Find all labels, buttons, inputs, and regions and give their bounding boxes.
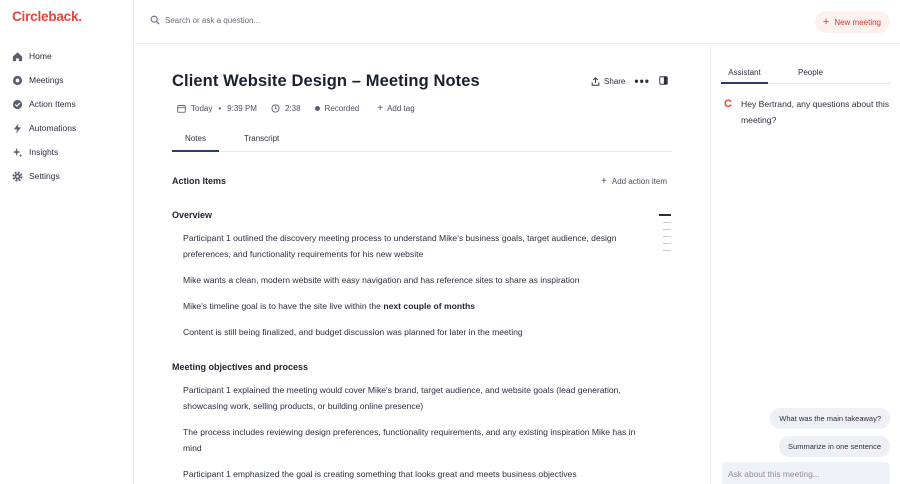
assistant-tabs: Assistant People: [721, 64, 891, 84]
recorded-status: Recorded: [314, 104, 360, 113]
assistant-panel: Assistant People C Hey Bertrand, any que…: [710, 44, 900, 484]
add-tag-button[interactable]: + Add tag: [373, 101, 418, 116]
share-icon: [591, 76, 600, 86]
record-dot-icon: [314, 106, 320, 111]
meeting-meta: Today • 9:39 PM 2:38 Recorded + Add tag: [177, 101, 419, 116]
plus-icon: +: [601, 176, 607, 187]
sidebar-item-label: Meetings: [29, 75, 64, 85]
new-meeting-label: New meeting: [834, 17, 881, 27]
recorded-label: Recorded: [324, 104, 360, 113]
assistant-greeting: C Hey Bertrand, any questions about this…: [724, 96, 894, 128]
new-meeting-button[interactable]: + New meeting: [814, 11, 890, 33]
toggle-panel-icon[interactable]: [659, 75, 668, 87]
objectives-heading: Meeting objectives and process: [172, 362, 309, 372]
plus-icon: +: [377, 103, 384, 114]
date-text: Today: [191, 104, 213, 113]
meeting-date: Today • 9:39 PM: [177, 104, 257, 113]
search-icon: [150, 15, 160, 25]
duration-text: 2:38: [284, 104, 301, 113]
ask-input[interactable]: [728, 469, 883, 479]
calendar-icon: [177, 104, 186, 113]
more-options-icon[interactable]: •••: [634, 75, 650, 87]
overview-heading: Overview: [172, 210, 213, 220]
tab-assistant[interactable]: Assistant: [721, 68, 768, 84]
objectives-bullets: Participant 1 explained the meeting woul…: [183, 382, 643, 484]
logo-dot: .: [78, 9, 82, 24]
list-item: Participant 1 outlined the discovery mee…: [183, 233, 617, 259]
sidebar: Circleback. Home Meetings Action Items A…: [0, 0, 134, 484]
sidebar-nav: Home Meetings Action Items Automations I…: [0, 44, 133, 188]
sidebar-item-label: Insights: [29, 147, 59, 157]
sidebar-item-label: Action Items: [29, 99, 76, 109]
suggestion-main-takeaway[interactable]: What was the main takeaway?: [770, 408, 890, 429]
search-input[interactable]: [165, 15, 465, 25]
timeline-text: Mike's timeline goal is to have the site…: [183, 301, 384, 311]
add-action-item-label: Add action item: [611, 177, 667, 186]
page-title: Client Website Design – Meeting Notes: [172, 72, 480, 90]
sidebar-item-insights[interactable]: Insights: [0, 140, 133, 164]
check-circle-icon: [12, 99, 23, 110]
circleback-logo[interactable]: Circleback.: [12, 9, 82, 24]
share-label: Share: [604, 76, 626, 86]
sidebar-item-label: Settings: [29, 171, 60, 181]
list-item: Content is still being finalized, and bu…: [183, 327, 523, 337]
ask-box: [722, 462, 890, 484]
sidebar-item-label: Automations: [29, 123, 77, 133]
add-action-item-button[interactable]: + Add action item: [601, 176, 667, 187]
lightning-icon: [12, 122, 23, 134]
overview-bullets: Participant 1 outlined the discovery mee…: [183, 230, 643, 350]
greeting-text: Hey Bertrand, any questions about this m…: [741, 99, 890, 125]
list-item: Participant 1 emphasized the goal is cre…: [183, 469, 577, 479]
clock-icon: [271, 104, 280, 113]
action-items-heading: Action Items: [172, 176, 227, 186]
outline-minimap[interactable]: [663, 222, 671, 257]
meetings-icon: [12, 75, 23, 86]
top-bar: + New meeting: [134, 0, 900, 44]
suggestion-summarize[interactable]: Summarize in one sentence: [779, 436, 890, 457]
circleback-c-icon: C: [724, 98, 732, 110]
gear-icon: [12, 170, 23, 182]
list-item: Mike wants a clean, modern website with …: [183, 275, 580, 285]
date-separator: •: [218, 104, 222, 113]
sidebar-item-label: Home: [29, 51, 52, 61]
timeline-emphasis: next couple of months: [383, 301, 476, 311]
plus-icon: +: [822, 15, 830, 28]
sidebar-item-automations[interactable]: Automations: [0, 116, 133, 140]
list-item: Mike's timeline goal is to have the site…: [183, 298, 643, 314]
title-actions: Share •••: [591, 75, 668, 87]
time-text: 9:39 PM: [227, 104, 257, 113]
list-item: Participant 1 explained the meeting woul…: [183, 385, 621, 411]
outline-active-marker[interactable]: [659, 214, 671, 216]
home-icon: [12, 51, 23, 62]
meeting-duration: 2:38: [271, 104, 301, 113]
sidebar-item-settings[interactable]: Settings: [0, 164, 133, 188]
tab-transcript[interactable]: Transcript: [244, 134, 279, 152]
sidebar-item-action-items[interactable]: Action Items: [0, 92, 133, 116]
share-button[interactable]: Share: [591, 77, 625, 86]
sparkle-icon: [12, 147, 23, 158]
meeting-notes-main: Client Website Design – Meeting Notes Sh…: [134, 44, 710, 484]
list-item: The process includes reviewing design pr…: [183, 427, 636, 453]
search-bar: [150, 15, 465, 25]
tab-people[interactable]: People: [798, 68, 823, 84]
sidebar-item-meetings[interactable]: Meetings: [0, 68, 133, 92]
logo-text: Circleback: [12, 9, 79, 24]
add-tag-label: Add tag: [387, 104, 415, 113]
tab-notes[interactable]: Notes: [172, 134, 219, 152]
notes-tabs: Notes Transcript: [172, 130, 672, 152]
sidebar-item-home[interactable]: Home: [0, 44, 133, 68]
